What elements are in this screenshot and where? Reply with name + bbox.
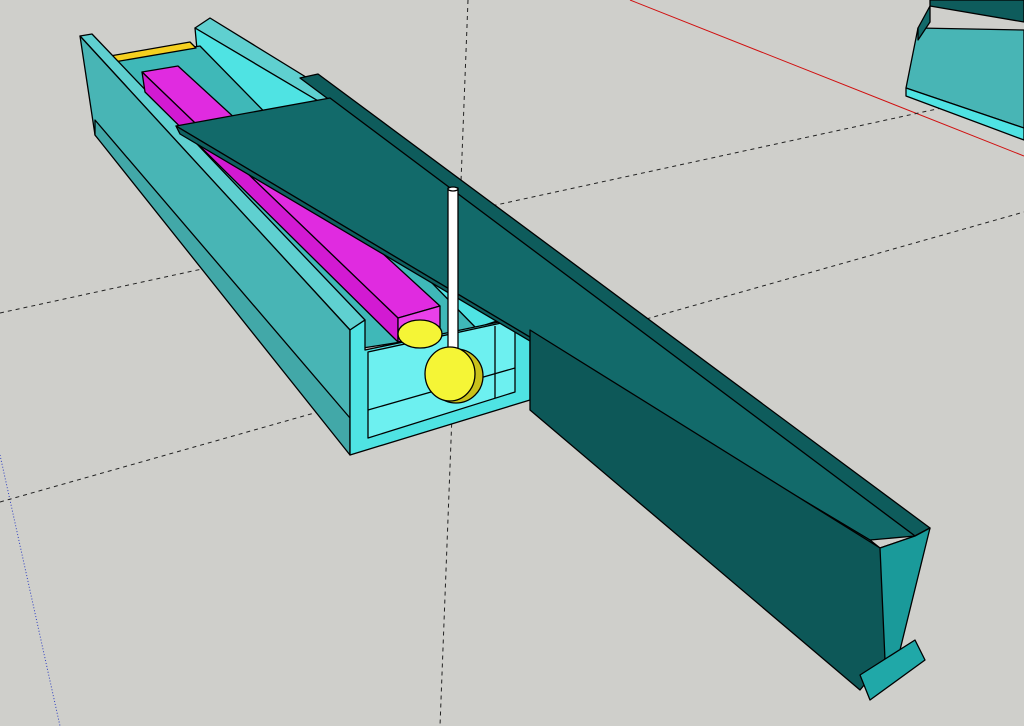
rail-front-face [879, 527, 931, 661]
disc-face [424, 346, 476, 402]
3d-viewport[interactable] [0, 0, 1024, 726]
blue-axis-line [0, 454, 61, 726]
white-post[interactable] [447, 186, 459, 359]
partial-trough-top-right[interactable] [905, 0, 1024, 141]
rear-yellow-ball [397, 319, 443, 349]
yellow-disc[interactable] [424, 346, 484, 404]
post-cap [447, 186, 459, 192]
scene-canvas[interactable] [0, 0, 1024, 726]
wedge-rail[interactable] [175, 73, 931, 701]
post-shaft [447, 187, 459, 359]
